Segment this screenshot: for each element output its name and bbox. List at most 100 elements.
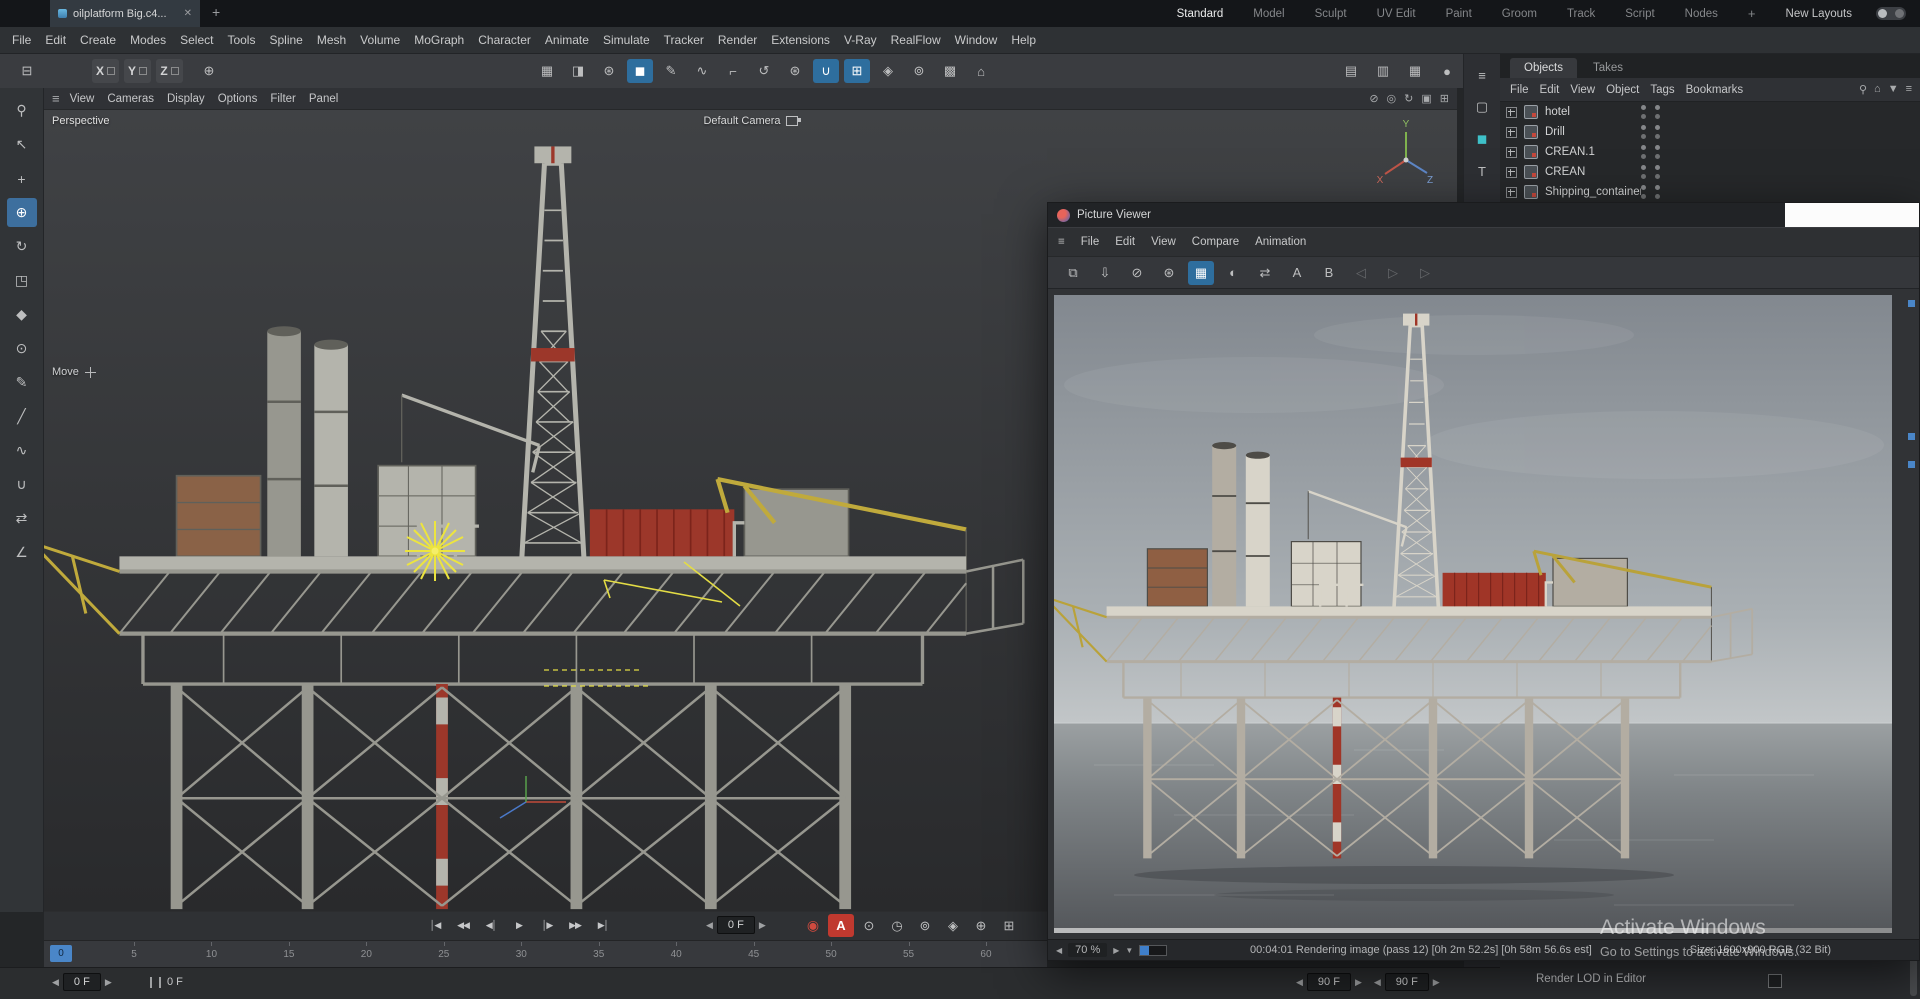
layout-item[interactable]: Groom [1502, 8, 1537, 20]
expand-toggle-icon[interactable] [1506, 126, 1517, 138]
spline-pen-icon[interactable]: ∿ [7, 436, 37, 465]
current-frame-field[interactable]: 0 F [716, 916, 755, 934]
object-manager-menu-item[interactable]: File [1510, 84, 1529, 96]
viewport-camera-icon[interactable]: ◎ [1387, 92, 1397, 105]
object-manager-menu-item[interactable]: Bookmarks [1686, 84, 1744, 96]
render-lod-label[interactable]: Render LOD in Editor [1536, 973, 1646, 985]
search-icon[interactable]: ⚲ [1859, 83, 1867, 96]
layout-item[interactable]: + [1748, 6, 1756, 21]
mograph-icon[interactable]: ◈ [875, 59, 901, 83]
layout-item[interactable]: Sculpt [1315, 8, 1347, 20]
modeling-settings-icon[interactable]: ⊛ [782, 59, 808, 83]
frame-decrement-icon[interactable]: ◀ [706, 920, 713, 931]
menu-item[interactable]: Volume [360, 33, 400, 47]
viewport-camera-label[interactable]: Default Camera [703, 115, 801, 127]
object-name[interactable]: Shipping_container [1545, 186, 1641, 198]
pen-tool-icon[interactable]: ✎ [658, 59, 684, 83]
axis-lock-button[interactable]: Y [124, 59, 151, 83]
move-tool-icon[interactable]: ⊕ [6, 198, 37, 227]
viewport-menu-item[interactable]: Options [218, 93, 258, 105]
dual-view-icon[interactable]: ▦ [1188, 260, 1214, 285]
object-name[interactable]: CREAN.1 [1545, 146, 1641, 158]
interactive-render-icon[interactable]: ● [1434, 59, 1460, 83]
goto-start-icon[interactable]: │◀ [422, 914, 448, 937]
zoom-out-icon[interactable]: ◀ [1056, 946, 1062, 955]
lasso-selection-icon[interactable]: + [7, 164, 37, 193]
object-name[interactable]: hotel [1545, 106, 1641, 118]
picture-viewer-menu-item[interactable]: Animation [1255, 236, 1306, 248]
range-end-increment-icon[interactable]: ▶ [1355, 977, 1362, 988]
render-settings-icon[interactable]: ⊛ [1156, 261, 1182, 285]
menu-item[interactable]: Mesh [317, 33, 346, 47]
add-primitive-icon[interactable]: ◼ [627, 59, 653, 83]
compare-icon[interactable]: ◐ [1220, 261, 1246, 285]
render-to-picture-viewer-icon[interactable]: ◨ [565, 59, 591, 83]
menu-item[interactable]: Simulate [603, 33, 650, 47]
picture-viewer-menu-item[interactable]: File [1081, 236, 1100, 248]
save-image-icon[interactable]: ⇩ [1092, 261, 1118, 285]
manager-tab[interactable]: Takes [1579, 58, 1637, 78]
window-controls-area[interactable] [1785, 203, 1919, 227]
history-marker[interactable] [1908, 433, 1915, 440]
stop-render-icon[interactable]: ⊘ [1124, 261, 1150, 285]
open-image-icon[interactable]: ⧉ [1060, 261, 1086, 285]
set-image-b-icon[interactable]: B [1316, 261, 1342, 285]
menu-item[interactable]: RealFlow [891, 33, 941, 47]
axis-modify-icon[interactable]: ◆ [7, 300, 37, 329]
add-spline-icon[interactable]: ∿ [689, 59, 715, 83]
timeline-playhead[interactable]: 0 [50, 945, 72, 962]
history-marker[interactable] [1908, 300, 1915, 307]
layer-dots-icon[interactable] [1655, 105, 1661, 119]
coordinate-system-icon[interactable]: ⊕ [196, 59, 222, 83]
last-frame-icon[interactable]: ▷ [1412, 261, 1438, 285]
object-manager-menu-item[interactable]: Tags [1650, 84, 1674, 96]
range-end-field[interactable]: 90 F [1306, 973, 1351, 991]
mode-texture-icon[interactable]: T [1469, 158, 1495, 184]
document-tab[interactable]: oilplatform Big.c4... ✕ [50, 0, 200, 27]
layer-dots-icon[interactable] [1655, 145, 1661, 159]
manager-tab[interactable]: Objects [1510, 58, 1577, 78]
orientation-gizmo[interactable]: Y X Z [1371, 116, 1441, 186]
render-lod-checkbox[interactable] [1768, 974, 1782, 988]
render-view-icon[interactable]: ▦ [534, 59, 560, 83]
menu-item[interactable]: Edit [45, 33, 66, 47]
picture-viewer-menu-item[interactable]: Edit [1115, 236, 1135, 248]
selection-tool-icon[interactable]: ↖ [7, 130, 37, 159]
render-settings-icon[interactable]: ⊛ [596, 59, 622, 83]
volume-icon[interactable]: ▩ [937, 59, 963, 83]
play-forward-icon[interactable]: ▶ [506, 914, 532, 937]
viewport-menu-item[interactable]: Cameras [107, 93, 154, 105]
object-manager-menu-item[interactable]: Object [1606, 84, 1639, 96]
object-row[interactable]: CREAN.1 [1500, 142, 1920, 162]
expand-toggle-icon[interactable] [1506, 186, 1517, 198]
goto-end-icon[interactable]: ▶│ [590, 914, 616, 937]
visibility-dots-icon[interactable] [1641, 165, 1647, 179]
scale-tool-icon[interactable]: ◳ [7, 266, 37, 295]
expand-toggle-icon[interactable] [1506, 106, 1517, 118]
zoom-dropdown-icon[interactable]: ▼ [1125, 946, 1133, 955]
tab-close-icon[interactable]: ✕ [184, 8, 192, 19]
layout-item[interactable]: Track [1567, 8, 1595, 20]
axis-lock-button[interactable]: Z [156, 59, 183, 83]
viewport-menu-icon[interactable]: ≡ [52, 91, 60, 106]
preview-end-field[interactable]: 90 F [1384, 973, 1429, 991]
timeline-ruler[interactable]: 0 5 10 15 20 25 30 35 40 45 50 55 60 [44, 940, 1047, 968]
rendered-image-area[interactable] [1054, 295, 1892, 928]
menu-item[interactable]: Create [80, 33, 116, 47]
object-row[interactable]: CREAN [1500, 162, 1920, 182]
record-pla-icon[interactable]: ⊞ [996, 914, 1022, 937]
layout-item[interactable]: Paint [1446, 8, 1472, 20]
picture-viewer-menu-icon[interactable]: ≡ [1058, 236, 1065, 248]
rotate-workplane-icon[interactable]: ↺ [751, 59, 777, 83]
menu-item[interactable]: File [12, 33, 31, 47]
menu-item[interactable]: Select [180, 33, 213, 47]
axis-lock-button[interactable]: X [92, 59, 119, 83]
layout-toggle-icon[interactable] [1876, 7, 1906, 20]
knife-tool-icon[interactable]: ╱ [7, 402, 37, 431]
menu-item[interactable]: Modes [130, 33, 166, 47]
keyframe-selection-icon[interactable]: ⊙ [856, 914, 882, 937]
visibility-dots-icon[interactable] [1641, 105, 1647, 119]
prev-frame-icon[interactable]: ◀│ [478, 914, 504, 937]
visibility-dots-icon[interactable] [1641, 125, 1647, 139]
start-frame-increment-icon[interactable]: ▶ [105, 977, 112, 988]
